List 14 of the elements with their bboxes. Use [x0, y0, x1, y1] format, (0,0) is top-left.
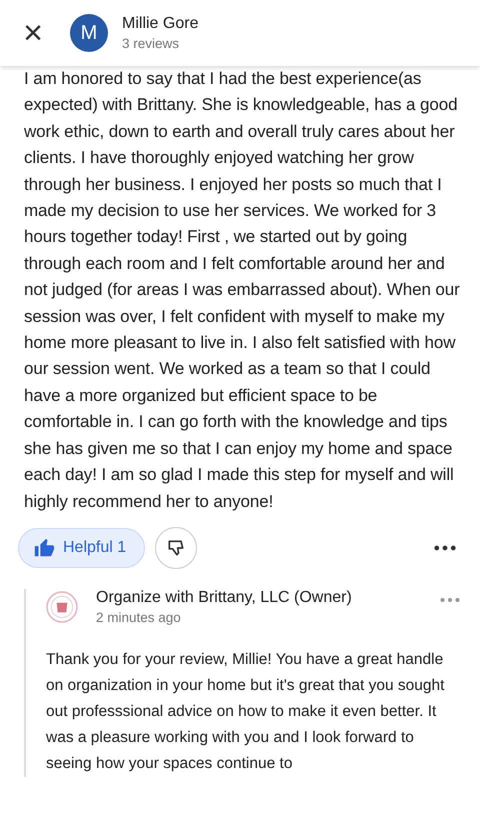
helpful-button[interactable]: Helpful 1 [18, 528, 146, 568]
reply-time: 2 minutes ago [96, 610, 182, 625]
avatar: M [70, 14, 108, 52]
review-text: I am honored to say that I had the best experience(as expected) with Brittany. She is knowledgeable, has a good work ethic, down to earth and overall truly cares about her clients. I have thoroughly enjoyed watching her grow through her business. I enjoyed her posts so much that I made my decision to use her services. We worked for 3 hours together today! First , we started out by going through each room and I felt comfortable around her and not judged (for areas I was embarrassed about). When our session was over, I felt confident with myself to make my home more pleasant to live in. I also felt satisfied with how our session went. We worked as a team so that I could have a more organized but efficient space to be comfortable in. I can go forth with the knowledge and tips she has given me so that I can enjoy my home and space each day! I am so glad I made this step for myself and will highly recommend her to anyone! [23, 68, 461, 512]
reviewer-name: Millie Gore [122, 15, 198, 33]
thumbs-down-icon [166, 538, 186, 558]
not-helpful-button[interactable] [155, 526, 198, 569]
more-icon[interactable] [434, 544, 456, 551]
owner-name: Organize with Brittany, LLC (Owner) [96, 588, 352, 607]
business-logo [46, 590, 78, 623]
close-button[interactable]: × [20, 16, 46, 50]
thumbs-up-icon [33, 536, 55, 559]
review-count: 3 reviews [122, 36, 180, 51]
reply-text: Thank you for your review, Millie! You have a great handle on organization in your home but it's great that you sought out professsional advice on how to make it even better. It was a pleasure working with you and I look forward to seeing how your spaces continue to [46, 650, 446, 774]
